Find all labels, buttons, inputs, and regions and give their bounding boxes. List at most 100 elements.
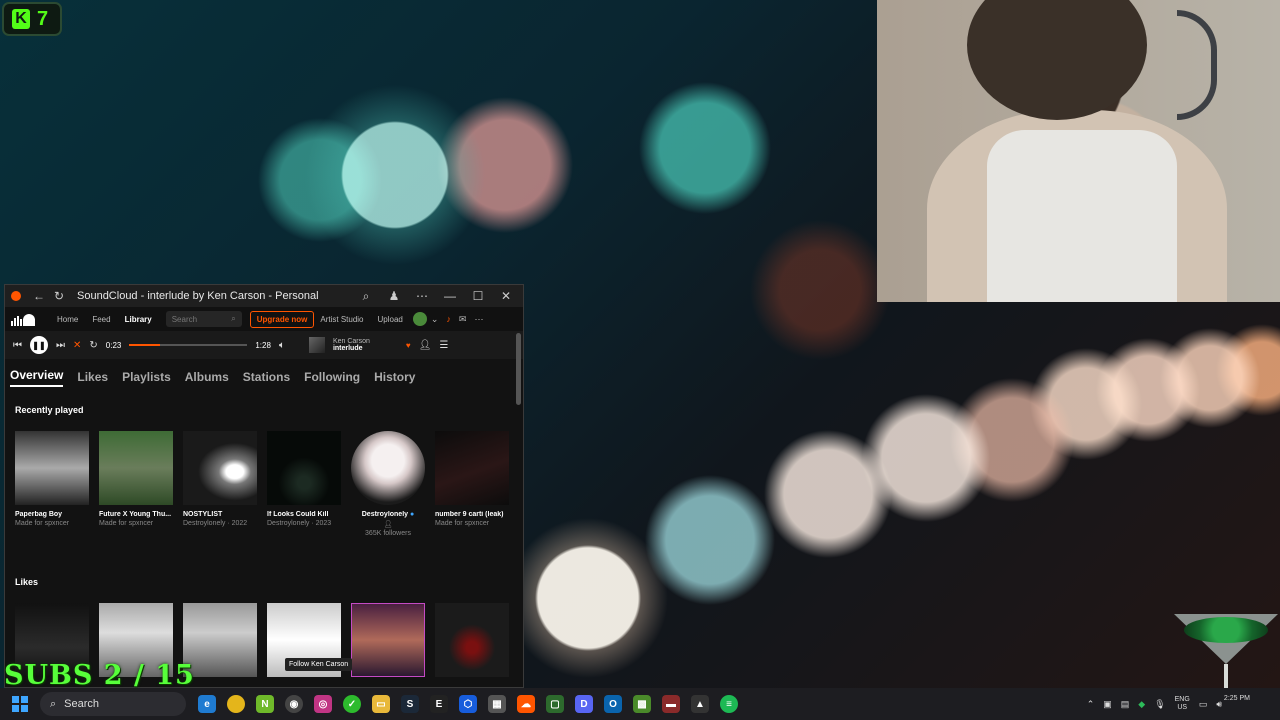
epic-games-icon[interactable]: E (430, 695, 448, 713)
list-item[interactable]: Future X Young Thu... Made for spxncer (99, 431, 173, 537)
item-title[interactable]: Paperbag Boy (15, 511, 89, 518)
volume-icon[interactable]: 🔈︎ (279, 340, 285, 351)
tab-albums[interactable]: Albums (185, 370, 229, 384)
refresh-icon[interactable]: ↻ (49, 289, 69, 303)
artwork[interactable] (15, 431, 89, 505)
tray-app-icon[interactable]: ▣ (1103, 699, 1112, 710)
notifications-icon[interactable]: ♪ (446, 314, 451, 324)
avatar[interactable] (412, 312, 427, 326)
obs-icon[interactable]: ◉ (285, 695, 303, 713)
list-item[interactable] (267, 603, 341, 683)
game-icon[interactable]: ▲ (691, 695, 709, 713)
list-item[interactable] (351, 603, 425, 683)
soundcloud-taskbar-icon[interactable]: ☁ (517, 695, 535, 713)
progress-bar[interactable] (129, 344, 248, 346)
close-button[interactable]: ✕ (495, 289, 517, 303)
terminal-icon[interactable]: ▢ (546, 695, 564, 713)
item-title[interactable]: number 9 carti (leak) (435, 511, 509, 518)
item-title[interactable]: If Looks Could Kill (267, 511, 341, 518)
taskbar-search[interactable]: ⌕ Search (40, 692, 186, 716)
tab-playlists[interactable]: Playlists (122, 370, 171, 384)
artwork[interactable] (267, 431, 341, 505)
top-navbar: Home Feed Library Search ⌕ Upgrade now A… (5, 307, 523, 331)
repeat-icon[interactable]: ↻ (89, 340, 97, 351)
artwork[interactable] (435, 431, 509, 505)
windows-start-icon[interactable] (12, 696, 28, 712)
artwork[interactable] (183, 431, 257, 505)
item-title[interactable]: NOSTYLIST (183, 511, 257, 518)
nav-upload[interactable]: Upload (378, 315, 403, 324)
artwork[interactable] (435, 603, 509, 677)
next-track-icon[interactable]: ⏭ (56, 340, 65, 351)
messages-icon[interactable]: ✉ (459, 314, 467, 325)
instagram-icon[interactable]: ◎ (314, 695, 332, 713)
artwork[interactable] (99, 431, 173, 505)
chrome-icon[interactable] (227, 695, 245, 713)
tab-history[interactable]: History (374, 370, 415, 384)
zoom-icon[interactable]: ⌕ (355, 289, 377, 304)
microsoft-store-icon[interactable]: ▦ (488, 695, 506, 713)
now-playing-track[interactable]: interlude (333, 345, 370, 352)
steam-icon[interactable]: S (401, 695, 419, 713)
tab-overview[interactable]: Overview (10, 368, 64, 387)
now-playing-artist[interactable]: Ken Carson (333, 338, 370, 345)
soundcloud-logo-icon[interactable] (11, 312, 39, 326)
edge-icon[interactable]: e (198, 695, 216, 713)
extension-icon[interactable]: ♟ (383, 289, 405, 303)
back-icon[interactable]: ← (29, 289, 49, 303)
item-title[interactable]: Future X Young Thu... (99, 511, 173, 518)
more-options-icon[interactable]: ⋯ (474, 314, 483, 325)
tab-stations[interactable]: Stations (243, 370, 290, 384)
language-indicator[interactable]: ENG US (1175, 696, 1190, 712)
follow-user-icon[interactable]: 👤︎ (419, 340, 432, 351)
list-item[interactable]: If Looks Could Kill Destroylonely · 2023 (267, 431, 341, 537)
file-explorer-icon[interactable]: ▭ (372, 695, 390, 713)
more-icon[interactable]: ⋯ (411, 289, 433, 303)
list-item[interactable]: number 9 carti (leak) Made for spxncer (435, 431, 509, 537)
now-playing-artwork[interactable] (308, 337, 325, 353)
list-item[interactable]: Paperbag Boy Made for spxncer (15, 431, 89, 537)
pause-button[interactable]: ❚❚ (30, 336, 48, 354)
outlook-icon[interactable]: O (604, 695, 622, 713)
spotify-icon[interactable]: ≡ (720, 695, 738, 713)
network-icon[interactable]: ◆ (1138, 699, 1145, 710)
maximize-button[interactable]: ☐ (467, 289, 489, 303)
item-title[interactable]: Destroylonely ● (351, 511, 425, 518)
discord-icon[interactable]: D (575, 695, 593, 713)
nav-library[interactable]: Library (125, 315, 152, 324)
artist-name[interactable]: Destroylonely (362, 511, 408, 518)
volume-icon[interactable]: 🔊︎ (1216, 699, 1222, 710)
bitwarden-icon[interactable]: ⬡ (459, 695, 477, 713)
shuffle-icon[interactable]: ✕ (73, 340, 81, 351)
search-input[interactable]: Search ⌕ (165, 311, 242, 327)
chevron-up-icon[interactable]: ⌃ (1087, 699, 1095, 710)
tray-app-icon[interactable]: ▤ (1121, 699, 1130, 710)
likes-heading: Likes (15, 577, 39, 587)
display-icon[interactable]: ▭ (1199, 699, 1208, 710)
artwork[interactable] (351, 603, 425, 677)
minimize-button[interactable]: — (439, 289, 461, 303)
queue-icon[interactable]: ☰ (439, 340, 448, 351)
tab-following[interactable]: Following (304, 370, 360, 384)
artist-item[interactable]: Destroylonely ● 👤︎ 365K followers (351, 431, 425, 537)
list-item[interactable]: NOSTYLIST Destroylonely · 2022 (183, 431, 257, 537)
list-item[interactable] (435, 603, 509, 683)
upgrade-button[interactable]: Upgrade now (249, 310, 315, 328)
robinhood-icon[interactable]: ✓ (343, 695, 361, 713)
taskbar-search-label: Search (64, 698, 100, 710)
like-heart-icon[interactable]: ♥ (406, 341, 411, 350)
kick-follower-count: 7 (37, 7, 49, 30)
artist-avatar[interactable] (351, 431, 425, 505)
nvidia-icon[interactable]: N (256, 695, 274, 713)
minecraft-icon[interactable]: ▩ (633, 695, 651, 713)
nav-feed[interactable]: Feed (92, 315, 110, 324)
nav-artist-studio[interactable]: Artist Studio (320, 315, 363, 324)
chevron-down-icon[interactable]: ⌄ (431, 314, 439, 325)
app-icon[interactable]: ▬ (662, 695, 680, 713)
nav-home[interactable]: Home (57, 315, 78, 324)
system-clock[interactable]: 2:25 PM (1224, 695, 1250, 702)
microphone-icon[interactable]: 🎙︎ (1154, 699, 1165, 710)
tab-likes[interactable]: Likes (77, 370, 108, 384)
previous-track-icon[interactable]: ⏮ (13, 340, 22, 351)
scrollbar[interactable] (516, 333, 521, 405)
